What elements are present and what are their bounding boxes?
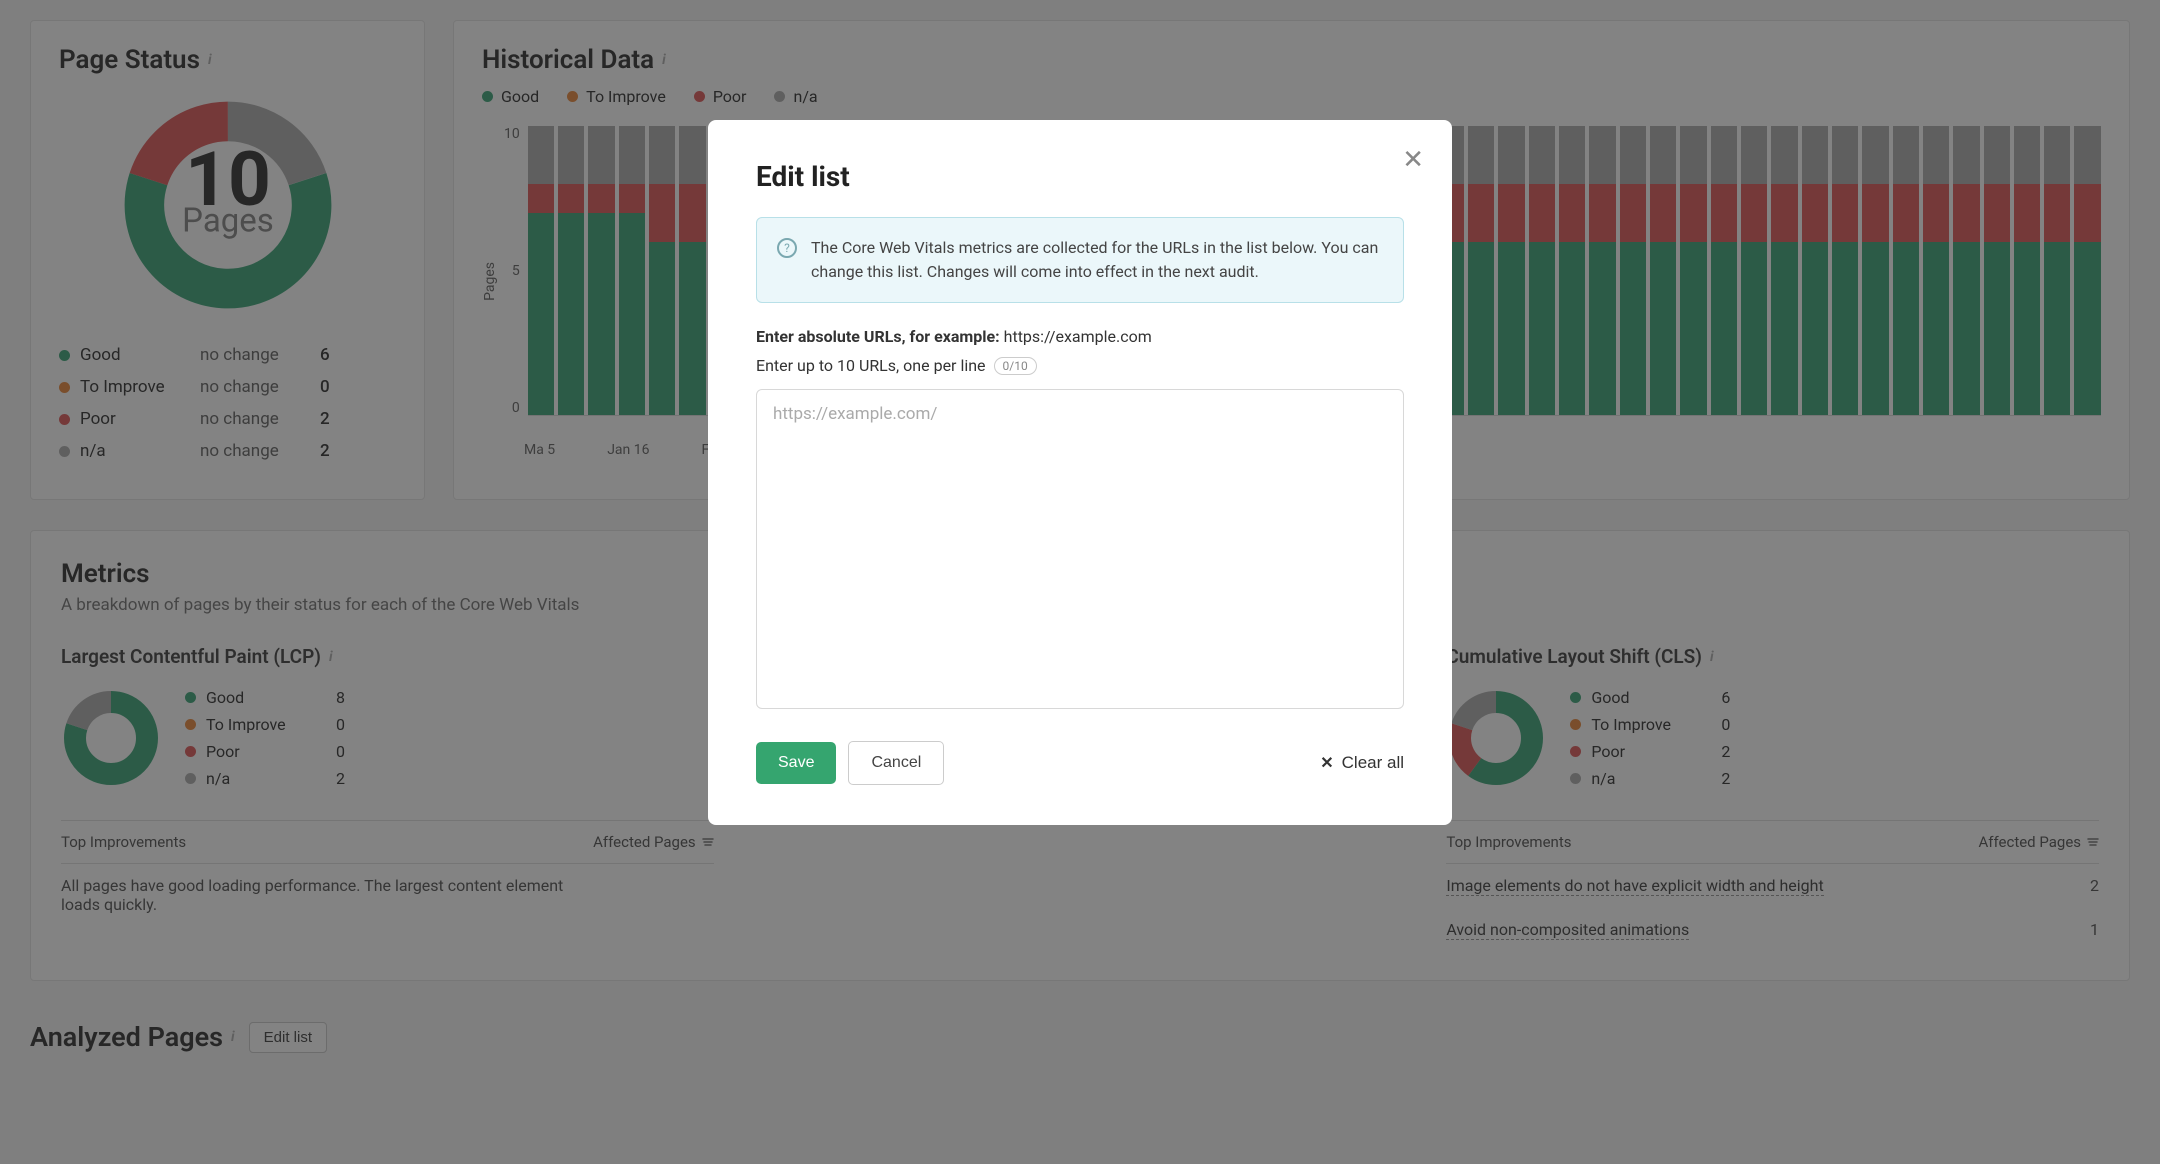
- modal-overlay[interactable]: ✕ Edit list ? The Core Web Vitals metric…: [0, 0, 2160, 1164]
- modal-title: Edit list: [756, 160, 1404, 193]
- modal-info-box: ? The Core Web Vitals metrics are collec…: [756, 217, 1404, 303]
- cancel-button[interactable]: Cancel: [848, 741, 944, 785]
- modal-info-text: The Core Web Vitals metrics are collecte…: [811, 236, 1383, 284]
- modal-instruction2-text: Enter up to 10 URLs, one per line: [756, 356, 986, 375]
- url-counter-badge: 0/10: [994, 357, 1037, 375]
- url-input-textarea[interactable]: [756, 389, 1404, 709]
- modal-instruction-bold: Enter absolute URLs, for example:: [756, 327, 1000, 346]
- modal-instruction-2: Enter up to 10 URLs, one per line 0/10: [756, 356, 1404, 375]
- modal-instruction: Enter absolute URLs, for example: https:…: [756, 327, 1404, 346]
- close-icon[interactable]: ✕: [1402, 144, 1424, 175]
- modal-actions: Save Cancel ✕ Clear all: [756, 741, 1404, 785]
- edit-list-modal: ✕ Edit list ? The Core Web Vitals metric…: [708, 120, 1452, 825]
- save-button[interactable]: Save: [756, 742, 836, 784]
- modal-instruction-example: https://example.com: [1004, 327, 1152, 346]
- clear-all-label: Clear all: [1342, 753, 1404, 773]
- clear-all-button[interactable]: ✕ Clear all: [1320, 753, 1404, 773]
- close-icon: ✕: [1320, 753, 1333, 773]
- help-icon: ?: [777, 238, 797, 258]
